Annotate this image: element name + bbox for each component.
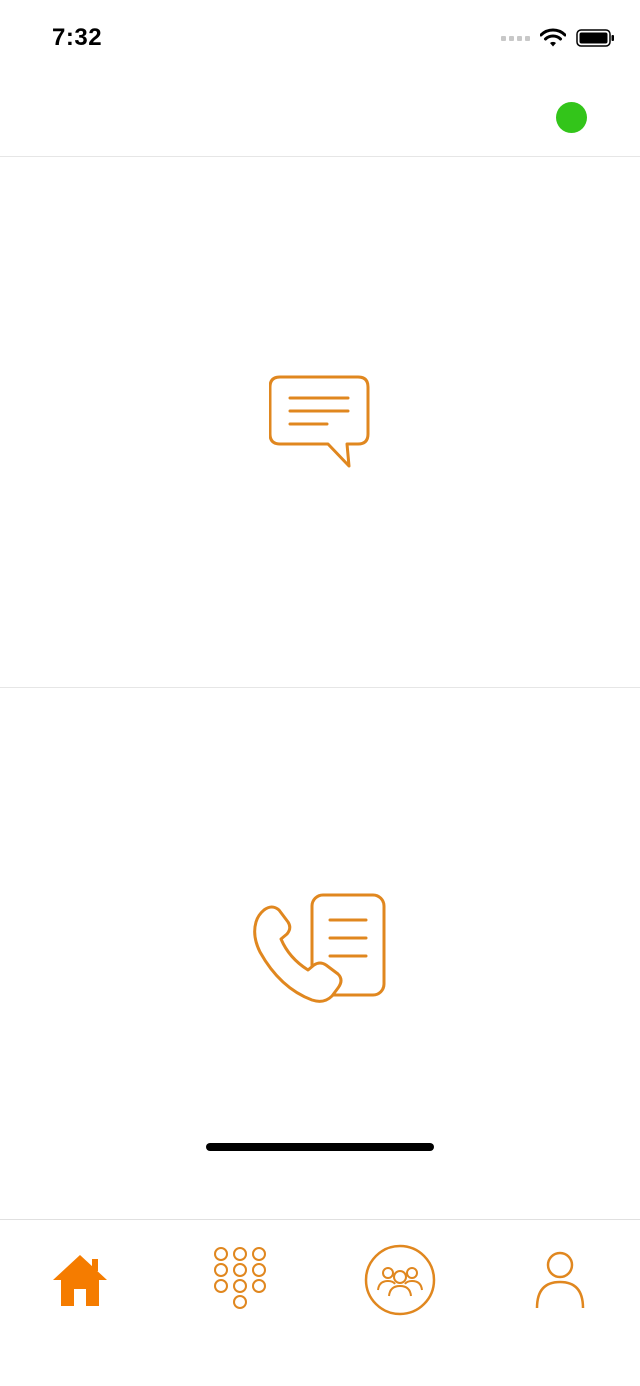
tab-dialpad[interactable] [200, 1240, 280, 1320]
group-icon [364, 1244, 436, 1316]
call-log-panel[interactable] [0, 688, 640, 1220]
presence-status-indicator[interactable] [556, 102, 587, 133]
dialpad-icon [214, 1247, 266, 1309]
home-indicator [206, 1143, 434, 1151]
status-bar: 7:32 [0, 0, 640, 80]
wifi-icon [540, 28, 566, 47]
phone-document-icon [253, 893, 386, 1003]
status-time: 7:32 [52, 24, 103, 51]
signal-icon [501, 35, 530, 41]
tab-bar [0, 1219, 640, 1386]
messages-panel[interactable] [0, 157, 640, 688]
status-icons [501, 28, 616, 48]
tab-profile[interactable] [520, 1240, 600, 1320]
header-bar [0, 80, 640, 157]
home-icon [53, 1255, 107, 1306]
chat-bubble-icon [269, 375, 370, 468]
tab-home[interactable] [40, 1240, 120, 1320]
user-icon [535, 1251, 585, 1309]
tab-groups[interactable] [360, 1240, 440, 1320]
battery-icon [576, 29, 614, 47]
